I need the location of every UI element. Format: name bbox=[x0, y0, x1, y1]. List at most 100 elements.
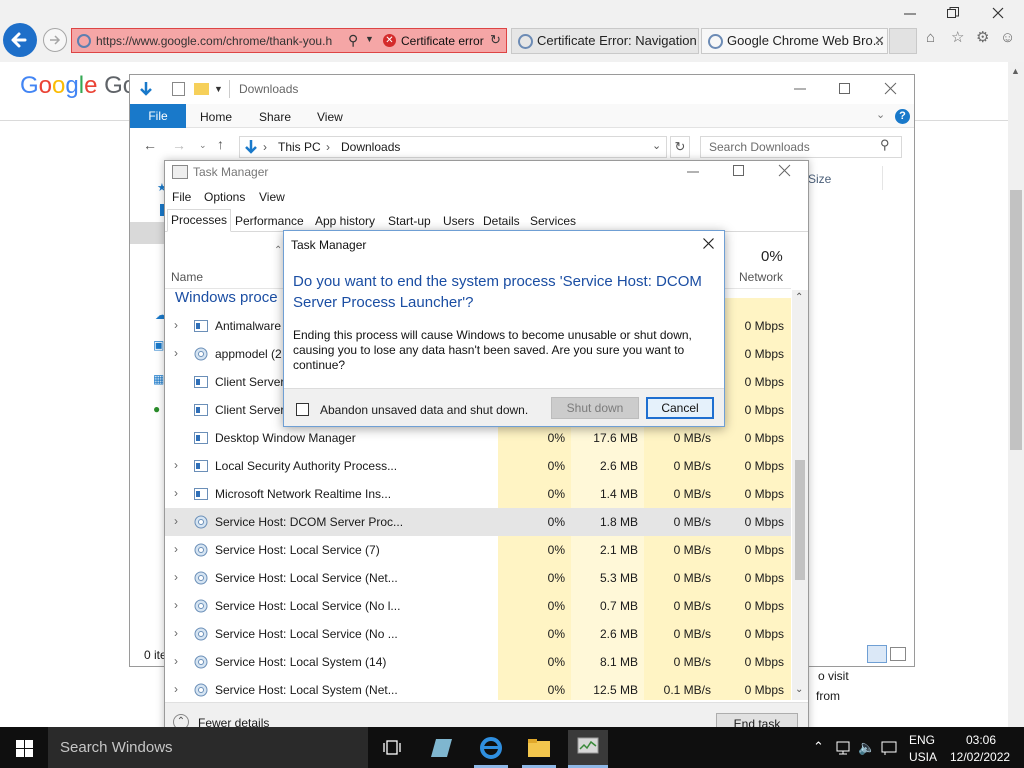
nav-pane-selected-item[interactable] bbox=[130, 222, 164, 244]
restore-button[interactable] bbox=[946, 6, 960, 20]
breadcrumb-downloads[interactable]: Downloads bbox=[341, 140, 400, 154]
favorites-star-icon[interactable]: ☆ bbox=[951, 28, 964, 46]
tab-performance[interactable]: Performance bbox=[232, 212, 307, 232]
scroll-up-icon[interactable]: ▲ bbox=[1011, 66, 1020, 76]
tab-details[interactable]: Details bbox=[480, 212, 523, 232]
process-row[interactable]: › Service Host: Local System (Net... 0% 12.… bbox=[165, 676, 791, 704]
expand-chevron-icon[interactable]: › bbox=[174, 654, 178, 668]
process-row[interactable]: › Local Security Authority Process... 0% 2.… bbox=[165, 452, 791, 480]
address-url[interactable]: https://www.google.com/chrome/thank-you.… bbox=[96, 34, 348, 48]
browser-tab-active[interactable]: Google Chrome Web Bro... ✕ bbox=[701, 28, 888, 54]
notifications-tray-icon[interactable] bbox=[880, 740, 898, 756]
process-row[interactable]: Desktop Window Manager 0% 17.6 MB 0 MB/s 0 M… bbox=[165, 424, 791, 452]
this-pc-icon[interactable]: ▣ bbox=[153, 338, 164, 352]
quick-access-dropdown-icon[interactable]: ▼ bbox=[214, 84, 223, 94]
network-icon[interactable]: ▦ bbox=[153, 372, 164, 386]
process-row[interactable]: › Service Host: DCOM Server Proc... 0% 1.8 … bbox=[165, 508, 791, 536]
browser-tab[interactable]: Certificate Error: Navigation ... bbox=[511, 28, 699, 54]
taskbar-internet-explorer[interactable] bbox=[478, 735, 504, 761]
forward-button[interactable] bbox=[43, 28, 67, 52]
process-row[interactable]: › Service Host: Local Service (No l... 0% 0… bbox=[165, 592, 791, 620]
menu-view[interactable]: View bbox=[259, 190, 285, 204]
ribbon-home-tab[interactable]: Home bbox=[200, 110, 232, 124]
cancel-button[interactable]: Cancel bbox=[646, 397, 714, 419]
process-row[interactable]: › Service Host: Local Service (No ... 0% 2.… bbox=[165, 620, 791, 648]
process-row[interactable]: › Service Host: Local Service (Net... 0% 5.… bbox=[165, 564, 791, 592]
refresh-icon[interactable]: ↻ bbox=[490, 32, 501, 48]
name-column-header[interactable]: Name bbox=[171, 270, 203, 284]
dropdown-arrow-icon[interactable]: ▼ bbox=[365, 34, 374, 44]
expand-chevron-icon[interactable]: › bbox=[174, 626, 178, 640]
volume-icon[interactable]: 🔈 bbox=[858, 739, 875, 756]
tab-users[interactable]: Users bbox=[440, 212, 477, 232]
expand-chevron-icon[interactable]: › bbox=[174, 542, 178, 556]
process-list-scrollbar-thumb[interactable] bbox=[795, 460, 805, 580]
abandon-data-label[interactable]: Abandon unsaved data and shut down. bbox=[320, 403, 528, 417]
explorer-minimize-button[interactable] bbox=[793, 80, 807, 94]
large-icons-view-icon[interactable] bbox=[890, 647, 906, 661]
task-view-button[interactable] bbox=[383, 739, 401, 756]
explorer-address-bar[interactable]: › This PC › Downloads ⌄ bbox=[239, 136, 667, 158]
explorer-search-input[interactable]: Search Downloads bbox=[700, 136, 902, 158]
menu-options[interactable]: Options bbox=[204, 190, 245, 204]
task-manager-minimize-button[interactable] bbox=[686, 164, 700, 178]
details-view-icon[interactable] bbox=[867, 645, 887, 663]
shut-down-button[interactable]: Shut down bbox=[551, 397, 639, 419]
taskbar-task-manager[interactable] bbox=[568, 730, 608, 768]
task-manager-maximize-button[interactable] bbox=[732, 164, 746, 178]
expand-chevron-icon[interactable]: › bbox=[174, 514, 178, 528]
explorer-close-button[interactable] bbox=[884, 82, 898, 96]
homegroup-icon[interactable]: ● bbox=[153, 402, 160, 416]
back-button[interactable] bbox=[3, 23, 37, 57]
recent-locations-icon[interactable]: ⌄ bbox=[199, 140, 207, 151]
settings-gear-icon[interactable]: ⚙ bbox=[976, 28, 989, 46]
expand-chevron-icon[interactable]: › bbox=[174, 458, 178, 472]
expand-chevron-icon[interactable]: › bbox=[174, 682, 178, 696]
explorer-back-icon[interactable]: ← bbox=[143, 137, 157, 153]
certificate-error-label[interactable]: Certificate error bbox=[401, 34, 484, 48]
process-row[interactable]: › Service Host: Local Service (7) 0% 2.1 MB… bbox=[165, 536, 791, 564]
help-icon[interactable]: ? bbox=[895, 109, 910, 124]
clock-date[interactable]: 12/02/2022 bbox=[950, 750, 1010, 764]
tab-services[interactable]: Services bbox=[527, 212, 579, 232]
ribbon-expand-icon[interactable]: ⌄ bbox=[876, 108, 885, 121]
language-indicator-region[interactable]: USIA bbox=[909, 750, 937, 764]
breadcrumb-this-pc[interactable]: This PC bbox=[278, 140, 321, 154]
page-scrollbar-thumb[interactable] bbox=[1010, 190, 1022, 450]
taskbar-file-explorer[interactable] bbox=[527, 737, 551, 759]
new-tab-button[interactable] bbox=[889, 28, 917, 54]
network-tray-icon[interactable] bbox=[835, 740, 853, 756]
menu-file[interactable]: File bbox=[172, 190, 191, 204]
ribbon-view-tab[interactable]: View bbox=[317, 110, 343, 124]
properties-icon[interactable] bbox=[172, 82, 185, 96]
new-folder-icon[interactable] bbox=[194, 83, 209, 95]
size-column-header[interactable]: Size bbox=[808, 172, 831, 186]
task-manager-close-button[interactable] bbox=[778, 164, 792, 178]
show-hidden-icons-icon[interactable]: ⌃ bbox=[813, 739, 824, 755]
explorer-refresh-button[interactable]: ↻ bbox=[670, 136, 690, 158]
tab-processes[interactable]: Processes bbox=[167, 209, 232, 232]
expand-chevron-icon[interactable]: › bbox=[174, 346, 178, 360]
clock-time[interactable]: 03:06 bbox=[966, 733, 996, 747]
address-bar[interactable]: https://www.google.com/chrome/thank-you.… bbox=[71, 28, 507, 53]
taskbar-app-store[interactable] bbox=[430, 736, 454, 760]
explorer-forward-icon[interactable]: → bbox=[172, 137, 186, 153]
expand-chevron-icon[interactable]: › bbox=[174, 486, 178, 500]
minimize-button[interactable] bbox=[903, 5, 917, 19]
scroll-up-icon[interactable]: ⌃ bbox=[795, 292, 803, 303]
close-button[interactable] bbox=[991, 6, 1005, 20]
explorer-maximize-button[interactable] bbox=[838, 82, 852, 96]
home-icon[interactable]: ⌂ bbox=[926, 29, 935, 46]
smiley-feedback-icon[interactable]: ☺ bbox=[1000, 29, 1015, 46]
tab-close-icon[interactable]: ✕ bbox=[874, 29, 885, 53]
search-icon[interactable]: ⚲ bbox=[348, 32, 358, 49]
tab-start-up[interactable]: Start-up bbox=[385, 212, 434, 232]
scroll-down-icon[interactable]: ⌄ bbox=[795, 684, 803, 695]
start-button[interactable] bbox=[16, 740, 33, 757]
taskbar-search-input[interactable]: Search Windows bbox=[48, 727, 368, 768]
address-dropdown-icon[interactable]: ⌄ bbox=[652, 139, 661, 152]
language-indicator-eng[interactable]: ENG bbox=[909, 733, 935, 747]
process-row[interactable]: › Microsoft Network Realtime Ins... 0% 1.4 … bbox=[165, 480, 791, 508]
certificate-error-icon[interactable]: ✕ bbox=[383, 34, 396, 47]
up-folder-icon[interactable]: ↑ bbox=[217, 136, 224, 152]
